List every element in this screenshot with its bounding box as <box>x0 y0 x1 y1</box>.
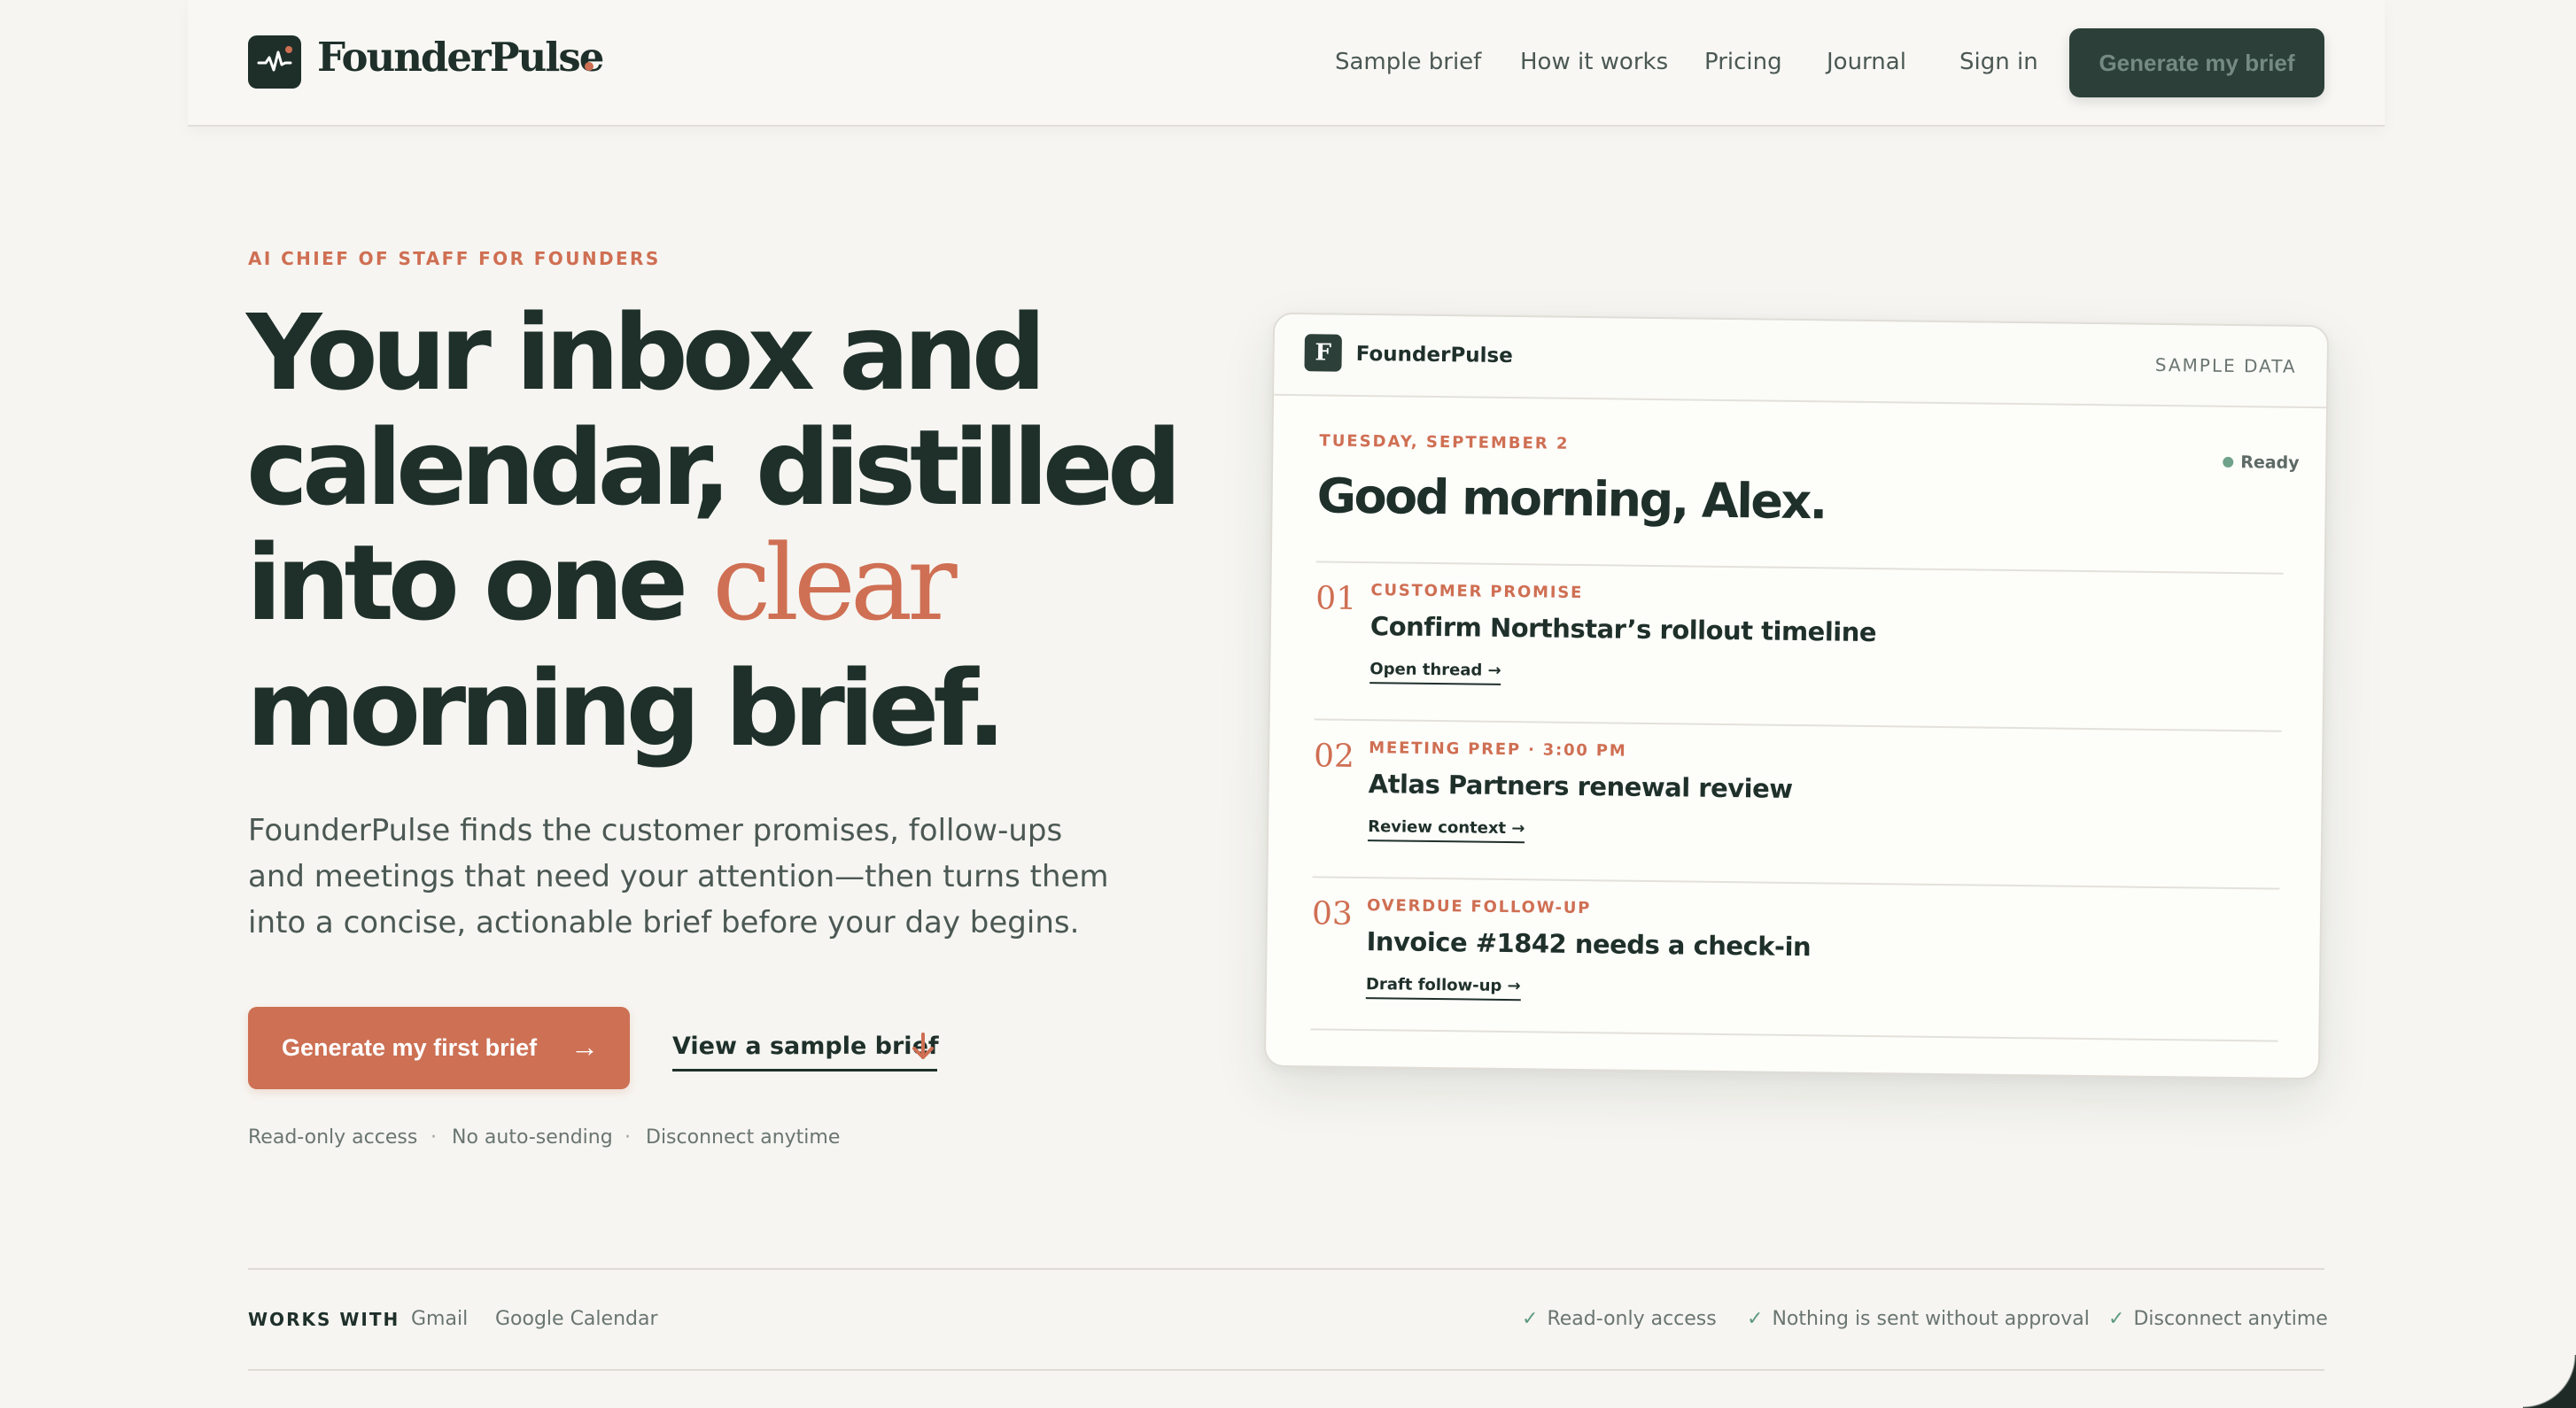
brief-greeting: Good morning, Alex. <box>1316 468 1827 530</box>
headline-line-4: morning brief. <box>246 647 1006 770</box>
headline-line-3-text: into one <box>246 522 713 644</box>
card-brand: FounderPulse <box>1355 342 1513 368</box>
item-title: Invoice #1842 needs a check-in <box>1366 926 1812 963</box>
works-with-label: WORKS WITH <box>248 1309 400 1330</box>
assurance-separator: · <box>625 1126 631 1149</box>
item-title: Confirm Northstar’s rollout timeline <box>1369 611 1877 648</box>
assurance-separator: · <box>431 1126 437 1149</box>
primary-cta-label: Generate my first brief <box>282 1034 538 1061</box>
top-nav: FounderPulse Sample brief How it works P… <box>188 0 2385 127</box>
trust-read-only: ✓ Read-only access <box>1522 1306 1717 1333</box>
check-icon: ✓ <box>1522 1308 1539 1330</box>
status-badge: Ready <box>2240 453 2300 473</box>
item-number: 01 <box>1315 580 1357 617</box>
item-category: CUSTOMER PROMISE <box>1370 581 1584 603</box>
nav-link-journal[interactable]: Journal <box>1827 44 1906 80</box>
status-dot-icon <box>2223 456 2234 468</box>
integration-gmail: Gmail <box>411 1308 469 1330</box>
arrow-down-icon <box>912 1033 934 1059</box>
trust-no-sending: ✓ Nothing is sent without approval <box>1747 1306 2090 1333</box>
divider <box>1315 561 2284 575</box>
sample-brief-card: F FounderPulse SAMPLE DATA TUESDAY, SEPT… <box>1263 312 2330 1080</box>
draft-follow-up-link[interactable]: Draft follow-up → <box>1365 972 1521 1002</box>
assurance-read-only: Read-only access <box>248 1126 418 1149</box>
nav-link-pricing[interactable]: Pricing <box>1704 44 1782 80</box>
assurance-disconnect: Disconnect anytime <box>646 1126 841 1149</box>
open-thread-link[interactable]: Open thread → <box>1369 657 1501 685</box>
sample-data-tag: SAMPLE DATA <box>2154 353 2297 377</box>
headline-line-1: Your inbox and <box>246 291 1046 414</box>
window-corner <box>2523 1355 2576 1408</box>
divider <box>1310 1028 2278 1042</box>
hero-eyebrow: AI CHIEF OF STAFF FOR FOUNDERS <box>248 248 661 269</box>
trust-disconnect: ✓ Disconnect anytime <box>2108 1306 2328 1333</box>
nav-link-sign-in[interactable]: Sign in <box>1959 44 2038 80</box>
card-logo-icon: F <box>1304 334 1342 372</box>
item-title: Atlas Partners renewal review <box>1368 769 1793 804</box>
generate-first-brief-button[interactable]: Generate my first brief → <box>248 1007 630 1089</box>
brand-dot <box>585 62 594 71</box>
divider <box>248 1369 2324 1371</box>
trust-label: Disconnect anytime <box>2133 1308 2328 1330</box>
nav-link-sample-brief[interactable]: Sample brief <box>1335 44 1481 80</box>
item-category: MEETING PREP · 3:00 PM <box>1369 739 1627 761</box>
arrow-right-icon: → <box>570 1031 599 1063</box>
brief-date: TUESDAY, SEPTEMBER 2 <box>1319 431 1570 453</box>
trust-label: Nothing is sent without approval <box>1772 1308 2090 1330</box>
sample-link-label: View a sample brief <box>672 1033 939 1060</box>
check-icon: ✓ <box>2108 1308 2125 1330</box>
review-context-link[interactable]: Review context → <box>1367 815 1525 844</box>
card-header: F FounderPulse SAMPLE DATA <box>1274 313 2328 409</box>
divider <box>248 1268 2324 1270</box>
item-number: 02 <box>1313 738 1355 775</box>
headline-accent-word: clear <box>712 522 957 644</box>
divider <box>1312 876 2280 890</box>
view-sample-brief-link[interactable]: View a sample brief <box>672 1027 939 1071</box>
pulse-logo-icon[interactable] <box>248 35 301 89</box>
item-category: OVERDUE FOLLOW-UP <box>1366 896 1592 918</box>
brand-name[interactable]: FounderPulse <box>317 27 604 89</box>
nav-link-how-it-works[interactable]: How it works <box>1520 44 1668 80</box>
check-icon: ✓ <box>1747 1308 1764 1330</box>
item-number: 03 <box>1311 895 1354 932</box>
hero-subcopy: FounderPulse finds the customer promises… <box>248 813 1109 940</box>
integration-google-calendar: Google Calendar <box>495 1308 658 1330</box>
trust-label: Read-only access <box>1547 1308 1717 1330</box>
assurance-no-auto-sending: No auto-sending <box>452 1126 613 1149</box>
generate-brief-button[interactable]: Generate my brief <box>2069 28 2324 97</box>
headline-line-2: calendar, distilled <box>246 406 1182 529</box>
headline-line-3: into one clear <box>246 525 958 640</box>
divider <box>1314 718 2282 732</box>
